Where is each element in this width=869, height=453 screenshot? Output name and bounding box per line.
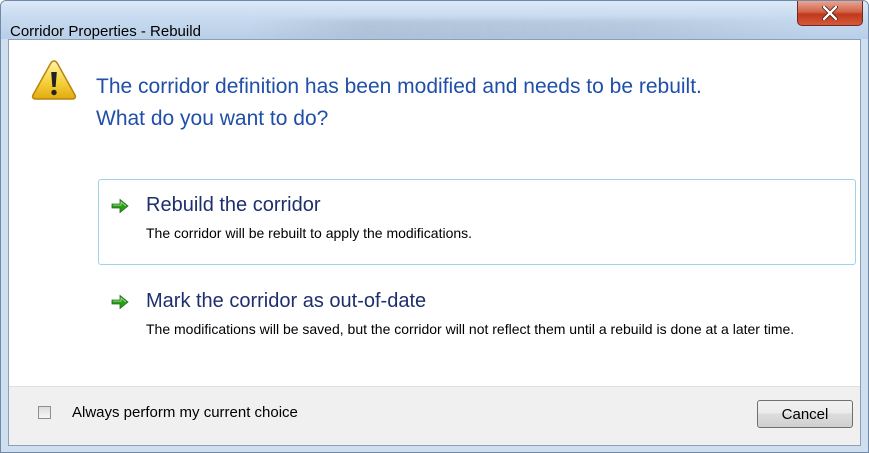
instruction-line-1: The corridor definition has been modifie… <box>96 75 702 98</box>
title-bar[interactable]: Corridor Properties - Rebuild <box>1 1 868 41</box>
dialog-footer: Always perform my current choice Cancel <box>9 386 860 445</box>
always-perform-checkbox[interactable] <box>38 406 51 419</box>
dialog-content: The corridor definition has been modifie… <box>8 39 861 446</box>
rebuild-corridor-option[interactable]: Rebuild the corridor The corridor will b… <box>98 179 856 265</box>
main-instruction: The corridor definition has been modifie… <box>96 71 836 135</box>
title-bar-background <box>251 19 811 41</box>
green-arrow-icon <box>111 198 129 214</box>
dialog-window: Corridor Properties - Rebuild The corrid… <box>0 0 869 453</box>
close-button[interactable] <box>797 1 863 26</box>
option-title: Mark the corridor as out-of-date <box>146 290 427 312</box>
always-perform-label[interactable]: Always perform my current choice <box>72 404 298 422</box>
cancel-button[interactable]: Cancel <box>757 400 853 428</box>
instruction-line-2: What do you want to do? <box>96 107 329 130</box>
close-icon <box>822 6 838 20</box>
mark-out-of-date-option[interactable]: Mark the corridor as out-of-date The mod… <box>98 275 856 375</box>
option-description: The corridor will be rebuilt to apply th… <box>146 225 473 241</box>
green-arrow-icon <box>111 294 129 310</box>
option-description: The modifications will be saved, but the… <box>146 321 795 337</box>
warning-icon <box>31 59 77 101</box>
option-title: Rebuild the corridor <box>146 194 321 216</box>
